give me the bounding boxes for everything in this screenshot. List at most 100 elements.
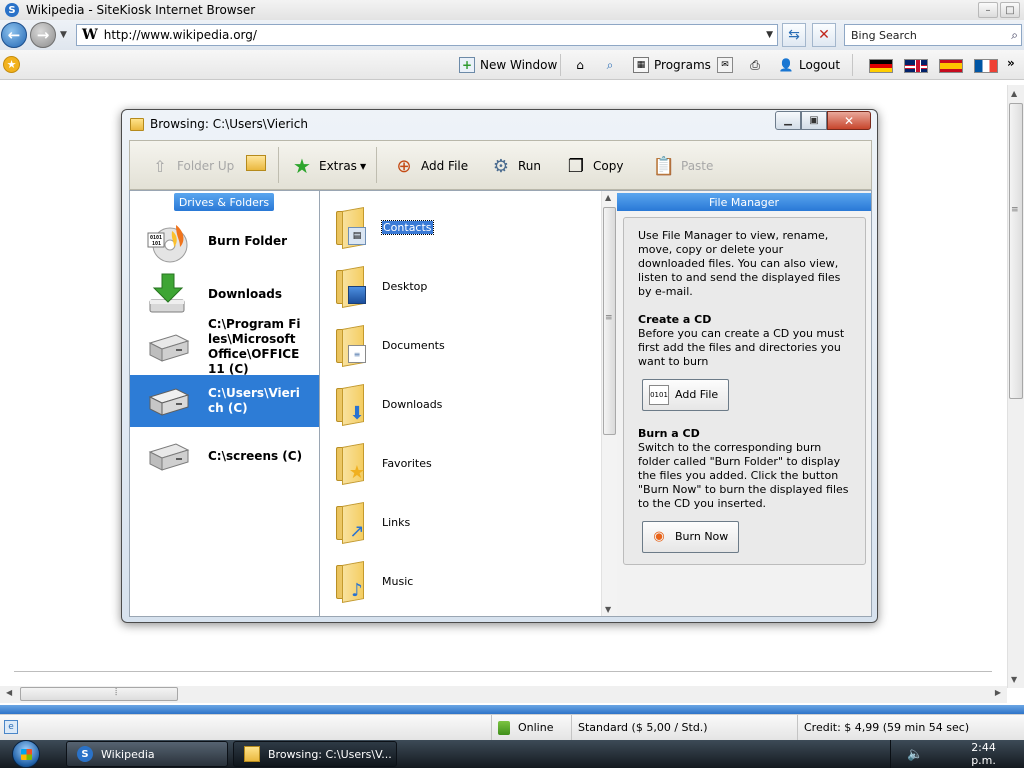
programs-button[interactable]: ▦ Programs xyxy=(633,57,711,73)
scroll-down-icon[interactable]: ▼ xyxy=(1011,675,1017,684)
page-horizontal-scrollbar[interactable]: ◀ ⦙ ▶ xyxy=(0,686,1007,703)
folder-up-button[interactable]: ⇧ Folder Up xyxy=(148,155,234,177)
drive-label: C:\Users\Vierich (C) xyxy=(208,386,300,415)
tariff-status: Standard ($ 5,00 / Std.) xyxy=(571,715,797,740)
online-label: Online xyxy=(518,721,554,734)
scroll-thumb[interactable] xyxy=(1009,103,1023,399)
burn-cd-icon: 0101 101 xyxy=(147,225,188,263)
folder-name: Links xyxy=(382,515,411,529)
back-button[interactable]: ← xyxy=(1,22,27,48)
add-file-doc-icon: 0101 xyxy=(649,385,669,405)
burn-now-button[interactable]: ◉ Burn Now xyxy=(642,521,740,553)
dialog-close-button[interactable]: ✕ xyxy=(827,111,871,130)
french-flag-icon[interactable] xyxy=(974,59,998,73)
new-window-button[interactable]: + New Window xyxy=(459,57,557,73)
stop-button[interactable]: ✕ xyxy=(812,23,836,47)
programs-icon: ▦ xyxy=(633,57,649,73)
address-dropdown-icon[interactable]: ▼ xyxy=(766,30,773,40)
add-file-button[interactable]: 0101 Add File xyxy=(642,379,730,411)
folder-item-music[interactable]: ♪ Music xyxy=(334,561,413,603)
run-button[interactable]: ⚙ Run xyxy=(489,155,541,177)
search-input[interactable] xyxy=(851,28,1001,42)
hard-drive-icon xyxy=(148,334,190,362)
taskbar-clock[interactable]: 2:44 p.m. xyxy=(971,741,1024,767)
more-chevron[interactable]: » xyxy=(1007,56,1015,70)
url-input[interactable] xyxy=(103,28,744,42)
scroll-right-icon[interactable]: ▶ xyxy=(995,688,1001,697)
add-file-toolbar-button[interactable]: ⊕ Add File xyxy=(392,155,468,177)
burn-cd-heading: Burn a CD xyxy=(638,427,700,440)
toolbar-separator xyxy=(852,54,853,76)
burn-now-button-label: Burn Now xyxy=(675,530,729,543)
copy-button[interactable]: ❐ Copy xyxy=(564,155,624,177)
contacts-folder-icon: ▤ xyxy=(334,207,370,249)
downloads-folder-icon: ⬇ xyxy=(334,384,370,426)
paste-button[interactable]: 📋 Paste xyxy=(652,155,714,177)
drive-burn-folder[interactable]: 0101 101 Burn Folder xyxy=(130,216,319,266)
taskbar-item-wikipedia[interactable]: S Wikipedia xyxy=(66,741,228,767)
hscroll-thumb[interactable]: ⦙ xyxy=(20,687,178,701)
drive-office11[interactable]: C:\Program Files\Microsoft Office\OFFICE… xyxy=(130,317,319,376)
maximize-button[interactable]: □ xyxy=(1000,2,1020,18)
drive-users-vierich[interactable]: C:\Users\Vierich (C) xyxy=(130,375,319,427)
extras-dropdown-button[interactable]: ★ Extras ▼ xyxy=(290,154,366,178)
toolbar-separator xyxy=(376,147,377,183)
scroll-up-icon[interactable]: ▲ xyxy=(605,193,611,202)
search-tool-button[interactable]: ⌕ xyxy=(602,57,623,73)
desktop-folder-icon xyxy=(334,266,370,308)
search-icon[interactable]: ⌕ xyxy=(1011,28,1018,43)
magnifier-icon: ⌕ xyxy=(606,57,614,72)
uk-flag-icon[interactable] xyxy=(904,59,928,73)
folder-name: Contacts xyxy=(381,219,434,235)
home-button[interactable]: ⌂ xyxy=(572,57,593,73)
folder-item-links[interactable]: ↗ Links xyxy=(334,502,411,544)
logout-button[interactable]: 👤 Logout xyxy=(778,57,841,73)
page-vertical-scrollbar[interactable]: ▲ ≡ ▼ xyxy=(1007,85,1024,688)
new-folder-icon xyxy=(246,155,266,171)
german-flag-icon[interactable] xyxy=(869,59,893,73)
page-status-icon: e xyxy=(4,720,18,734)
create-cd-text: Before you can create a CD you must firs… xyxy=(638,327,845,368)
folder-item-documents[interactable]: ≡ Documents xyxy=(334,325,445,367)
spanish-flag-icon[interactable] xyxy=(939,59,963,73)
address-bar[interactable]: W ▼ xyxy=(76,24,778,46)
burn-cd-text: Switch to the corresponding burn folder … xyxy=(638,441,849,510)
sitekiosk-app-icon: S xyxy=(5,3,19,17)
documents-folder-icon: ≡ xyxy=(334,325,370,367)
dialog-minimize-button[interactable]: ▁ xyxy=(775,111,801,130)
speaker-icon[interactable]: 🔈 xyxy=(907,747,923,762)
history-dropdown-icon[interactable]: ▼ xyxy=(60,30,67,40)
burn-cd-icon: ◉ xyxy=(653,529,665,544)
folder-list-scrollbar[interactable]: ▲ ≡ ▼ xyxy=(601,191,617,616)
window-title: Wikipedia - SiteKiosk Internet Browser xyxy=(26,3,256,17)
credit-status: Credit: $ 4,99 (59 min 54 sec) xyxy=(797,715,1024,740)
drive-screens[interactable]: C:\screens (C) xyxy=(130,431,319,481)
email-button[interactable]: ✉ xyxy=(717,57,738,73)
scroll-left-icon[interactable]: ◀ xyxy=(6,688,12,697)
kiosk-toolbar: ★ + New Window ⌂ ⌕ ▦ Programs ✉ ⎙ 👤 Logo… xyxy=(0,50,1024,80)
dialog-maximize-button[interactable]: ▣ xyxy=(801,111,827,130)
taskbar-item-browsing[interactable]: Browsing: C:\Users\V... xyxy=(233,741,397,767)
refresh-button[interactable]: ⇆ xyxy=(782,23,806,47)
system-tray: 🔈 2:44 p.m. xyxy=(890,740,1024,768)
forward-button[interactable]: → xyxy=(30,22,56,48)
print-button[interactable]: ⎙ xyxy=(747,57,768,73)
scroll-down-icon[interactable]: ▼ xyxy=(605,605,611,614)
windows-taskbar: S Wikipedia Browsing: C:\Users\V... 🔈 2:… xyxy=(0,740,1024,768)
scroll-up-icon[interactable]: ▲ xyxy=(1011,89,1017,98)
drive-downloads[interactable]: Downloads xyxy=(130,269,319,319)
folder-item-desktop[interactable]: Desktop xyxy=(334,266,427,308)
copy-icon: ❐ xyxy=(567,155,585,177)
folder-item-favorites[interactable]: ★ Favorites xyxy=(334,443,432,485)
minimize-button[interactable]: – xyxy=(978,2,998,18)
gears-icon: ⚙ xyxy=(492,155,510,177)
start-button[interactable] xyxy=(4,740,48,768)
folder-item-downloads[interactable]: ⬇ Downloads xyxy=(334,384,442,426)
new-folder-button[interactable] xyxy=(246,155,271,171)
svg-text:101: 101 xyxy=(152,241,161,247)
favorites-star-icon[interactable]: ★ xyxy=(3,56,20,73)
add-file-label: Add File xyxy=(421,159,469,173)
toolbar-separator xyxy=(560,54,561,76)
folder-item-contacts[interactable]: ▤ Contacts xyxy=(334,207,434,249)
search-box[interactable]: ⌕ xyxy=(844,24,1022,46)
